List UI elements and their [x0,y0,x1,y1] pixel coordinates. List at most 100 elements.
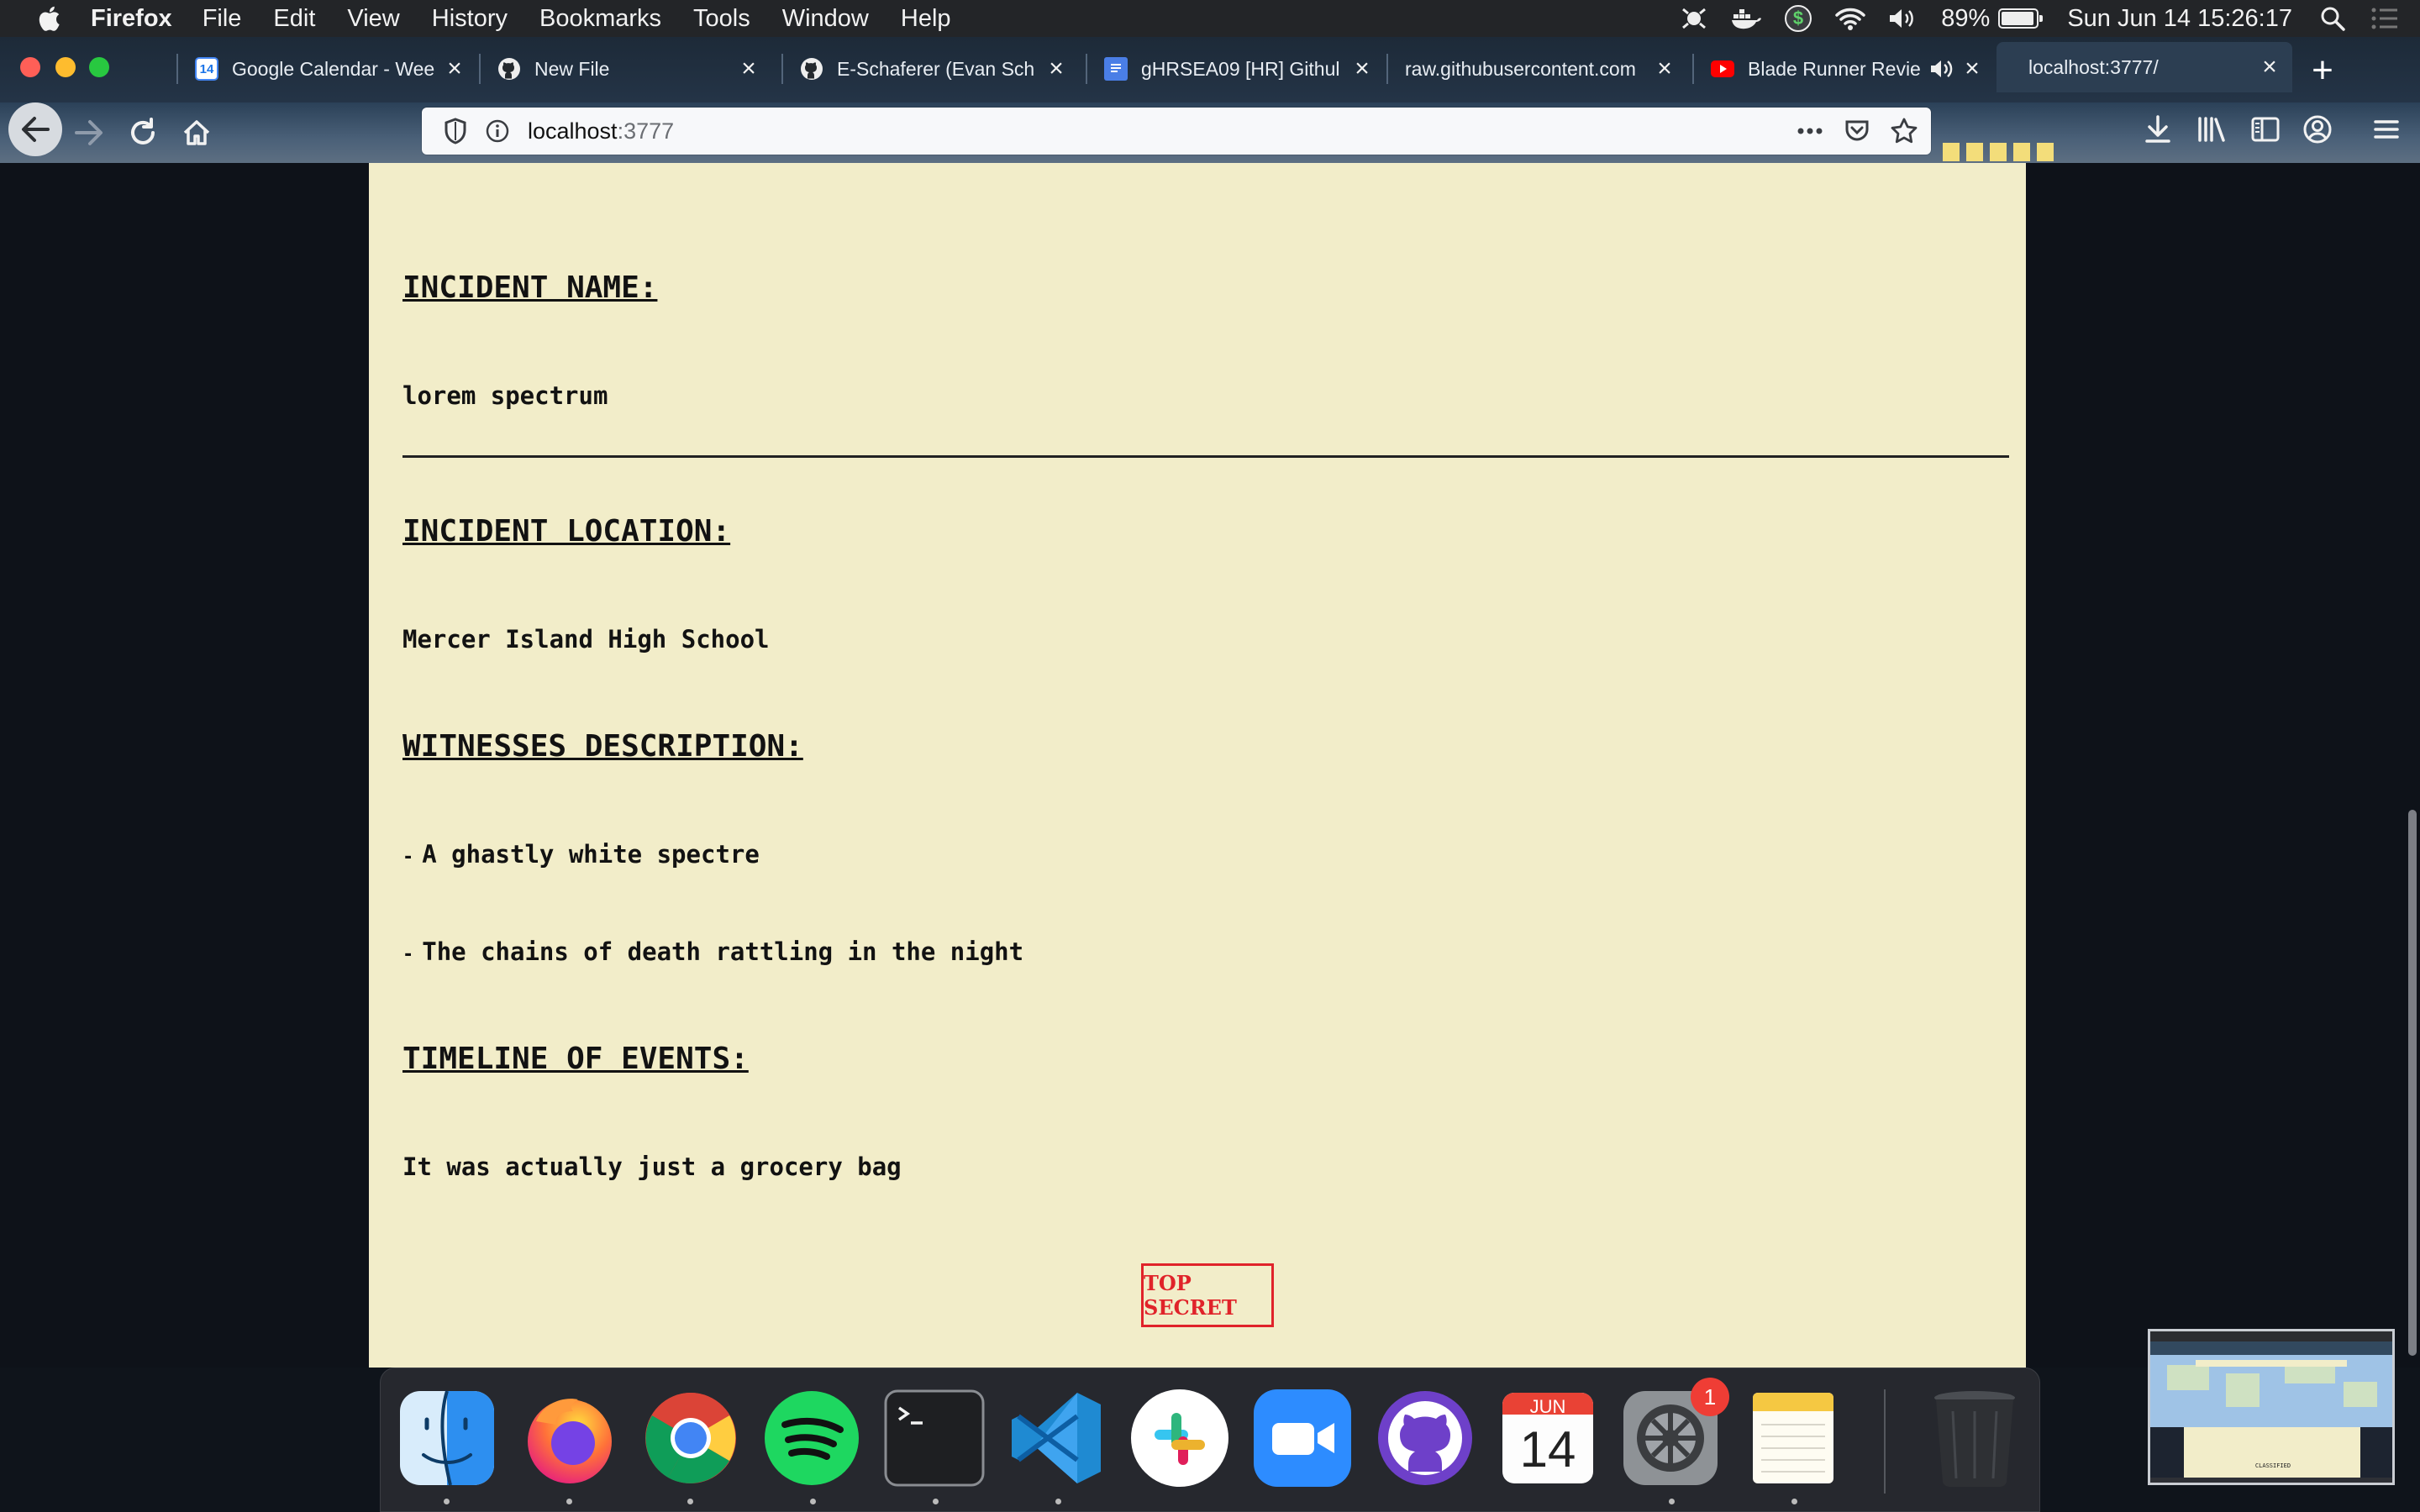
window-minimize-button[interactable] [55,57,76,77]
tab-title: Blade Runner Revie [1748,57,1921,80]
tab-close-icon[interactable]: × [1349,55,1375,82]
battery-icon[interactable] [1998,8,2044,29]
window-maximize-button[interactable] [89,57,109,77]
dock-firefox-icon[interactable] [519,1388,620,1488]
back-button[interactable] [8,102,62,156]
tab-audio-playing-icon[interactable] [1929,56,1954,81]
tab-title: localhost:3777/ [2028,55,2159,78]
incident-location-value: Mercer Island High School [402,625,770,654]
reload-button[interactable] [118,108,168,158]
menubar-clock[interactable]: Sun Jun 14 15:26:17 [2067,5,2292,33]
apple-menu-icon[interactable] [32,2,66,35]
dock-running-indicator [1055,1499,1061,1504]
home-button[interactable] [171,108,222,158]
calendar-day: 14 [1520,1421,1576,1478]
dock-calendar-icon[interactable]: JUN 14 [1497,1388,1598,1488]
notification-center-icon[interactable] [2368,2,2402,35]
tab-raw-githubusercontent[interactable]: raw.githubusercontent.com × [1386,47,1687,91]
dock-system-preferences-icon[interactable]: 1 [1620,1378,1729,1488]
tab-separator [176,54,178,84]
top-secret-stamp: TOP SECRET [1141,1263,1274,1327]
dock-terminal-icon[interactable] [884,1388,985,1488]
menu-file[interactable]: File [203,5,242,33]
witness-item: - The chains of death rattling in the nig… [402,937,1023,966]
pocket-icon[interactable] [1840,114,1874,148]
dock-spotify-icon[interactable] [761,1388,862,1488]
dock-github-desktop-icon[interactable] [1375,1388,1476,1488]
dock-trash-icon[interactable] [1924,1388,2025,1488]
tab-title: E-Schaferer (Evan Sch [837,57,1035,80]
dock-running-indicator [444,1499,450,1504]
dock-chrome-icon[interactable] [640,1388,741,1488]
dock-running-indicator [933,1499,939,1504]
dock-slack-icon[interactable] [1129,1388,1230,1488]
menu-edit[interactable]: Edit [273,5,315,33]
page-scrollbar[interactable] [2405,163,2420,1368]
tab-title: raw.githubusercontent.com [1405,57,1636,80]
dock-running-indicator [566,1499,572,1504]
dock-finder-icon[interactable] [397,1388,497,1488]
bookmark-star-icon[interactable] [1887,114,1921,148]
tab-e-schaferer[interactable]: E-Schaferer (Evan Sch × [781,47,1079,91]
google-calendar-icon: 14 [195,57,218,81]
menu-window[interactable]: Window [782,5,869,33]
tab-localhost-active[interactable]: localhost:3777/ × [1996,42,2292,92]
menu-tools[interactable]: Tools [693,5,750,33]
list-bullet: - [402,847,414,868]
menu-view[interactable]: View [347,5,399,33]
forward-button[interactable] [64,108,114,158]
tab-google-calendar[interactable]: 14 Google Calendar - Wee × [176,47,477,91]
dock-running-indicator [1791,1499,1797,1504]
window-close-button[interactable] [20,57,40,77]
tab-separator [1386,54,1388,84]
tab-close-icon[interactable]: × [1044,55,1069,82]
new-tab-button[interactable]: + [2304,50,2341,91]
tracking-protection-shield-icon[interactable] [439,114,472,148]
page-actions-menu-icon[interactable] [1793,114,1827,148]
url-host: localhost [528,118,618,144]
theme-decoration-lights [1943,138,2060,163]
tab-close-icon[interactable]: × [442,55,467,82]
menu-app-firefox[interactable]: Firefox [91,5,172,33]
menu-bookmarks[interactable]: Bookmarks [539,5,661,33]
notification-bot-icon[interactable] [1677,2,1711,35]
svg-text:$: $ [1793,8,1803,29]
tab-close-icon[interactable]: × [736,55,761,82]
downloads-icon[interactable] [2136,108,2180,151]
menu-help[interactable]: Help [901,5,951,33]
scrollbar-thumb[interactable] [2408,810,2417,1356]
docker-icon[interactable] [1729,2,1763,35]
dock-zoom-icon[interactable] [1252,1388,1353,1488]
screenshot-preview-thumbnail[interactable]: CLASSIFIED [2148,1329,2395,1485]
tab-close-icon[interactable]: × [1652,55,1677,82]
site-info-icon[interactable] [482,116,513,146]
witness-item-text: The chains of death rattling in the nigh… [422,937,1024,966]
wifi-icon[interactable] [1833,2,1867,35]
account-icon[interactable] [2296,108,2339,151]
spotlight-search-icon[interactable] [2316,2,2349,35]
youtube-icon [1711,60,1734,77]
timeline-of-events-heading: TIMELINE OF EVENTS: [402,1042,749,1076]
dock-vscode-icon[interactable] [1007,1388,1107,1488]
sidebar-toggle-icon[interactable] [2244,108,2287,151]
tab-title: gHRSEA09 [HR] Githul [1141,57,1340,80]
dollar-icon[interactable]: $ [1781,2,1815,35]
tab-new-file[interactable]: New File × [479,47,771,91]
tab-blade-runner[interactable]: Blade Runner Revie × [1692,47,1995,91]
library-icon[interactable] [2190,108,2233,151]
url-bar[interactable]: localhost:3777 [422,108,1931,155]
hamburger-menu-icon[interactable] [2365,108,2408,151]
volume-icon[interactable] [1886,2,1919,35]
menu-history[interactable]: History [432,5,508,33]
tab-close-icon[interactable]: × [2257,53,2282,81]
tab-title: Google Calendar - Wee [232,57,435,80]
dock-running-indicator [687,1499,693,1504]
tab-close-icon[interactable]: × [1960,55,1985,82]
witness-item-text: A ghastly white spectre [422,840,760,869]
url-text[interactable]: localhost:3777 [528,118,674,144]
tab-ghrsea09[interactable]: gHRSEA09 [HR] Githul × [1086,47,1385,91]
dock-separator [1884,1389,1886,1494]
dock-notes-icon[interactable] [1743,1388,1844,1488]
dock-running-indicator [1669,1499,1675,1504]
macos-menu-bar: Firefox File Edit View History Bookmarks… [0,0,2420,37]
